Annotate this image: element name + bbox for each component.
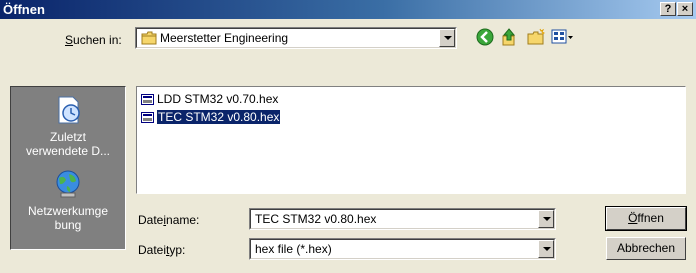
lookin-value: Meerstetter Engineering xyxy=(160,31,289,45)
filename-input[interactable]: TEC STM32 v0.80.hex xyxy=(249,208,556,230)
view-menu-icon[interactable] xyxy=(551,28,575,46)
filename-label: Dateiname: xyxy=(138,213,200,227)
chevron-down-icon[interactable] xyxy=(439,29,455,47)
chevron-down-icon[interactable] xyxy=(538,210,554,228)
new-folder-icon[interactable] xyxy=(527,28,545,46)
up-folder-icon[interactable] xyxy=(500,28,518,46)
place-recent-line1: Zuletzt xyxy=(49,130,86,144)
place-network-line1: Netzwerkumge xyxy=(27,204,109,218)
place-recent[interactable]: Zuletzt verwendete D... xyxy=(11,95,125,158)
recent-documents-icon xyxy=(58,96,80,124)
place-network[interactable]: Netzwerkumge bung xyxy=(11,169,125,232)
cancel-button[interactable]: Abbrechen xyxy=(606,237,686,260)
place-network-line2: bung xyxy=(54,218,82,232)
open-button[interactable]: Öffnen xyxy=(605,206,687,231)
help-button[interactable]: ? xyxy=(660,2,676,16)
place-recent-line2: verwendete D... xyxy=(25,144,111,158)
chevron-down-icon[interactable] xyxy=(538,240,554,258)
title-bar: Öffnen ? × xyxy=(0,0,696,19)
file-list[interactable]: LDD STM32 v0.70.hex TEC STM32 v0.80.hex xyxy=(136,86,686,194)
file-name: LDD STM32 v0.70.hex xyxy=(157,92,279,106)
lookin-label: Suchen in: xyxy=(65,33,122,47)
window-title: Öffnen xyxy=(3,2,45,17)
hex-file-icon xyxy=(141,94,154,106)
filetype-value: hex file (*.hex) xyxy=(255,242,332,256)
network-globe-icon xyxy=(56,170,80,198)
file-item-selected[interactable]: TEC STM32 v0.80.hex xyxy=(141,109,282,125)
file-name: TEC STM32 v0.80.hex xyxy=(155,109,282,125)
filetype-dropdown[interactable]: hex file (*.hex) xyxy=(249,238,556,260)
filetype-label: Dateityp: xyxy=(138,243,186,257)
lookin-dropdown[interactable]: Meerstetter Engineering xyxy=(135,27,457,49)
filename-value: TEC STM32 v0.80.hex xyxy=(255,212,377,226)
places-bar: Zuletzt verwendete D... Netzwerkumge bun… xyxy=(10,86,126,250)
folder-icon xyxy=(141,31,157,45)
back-icon[interactable] xyxy=(476,28,494,46)
hex-file-icon xyxy=(141,112,154,124)
file-item[interactable]: LDD STM32 v0.70.hex xyxy=(141,91,278,107)
close-button[interactable]: × xyxy=(677,2,693,16)
